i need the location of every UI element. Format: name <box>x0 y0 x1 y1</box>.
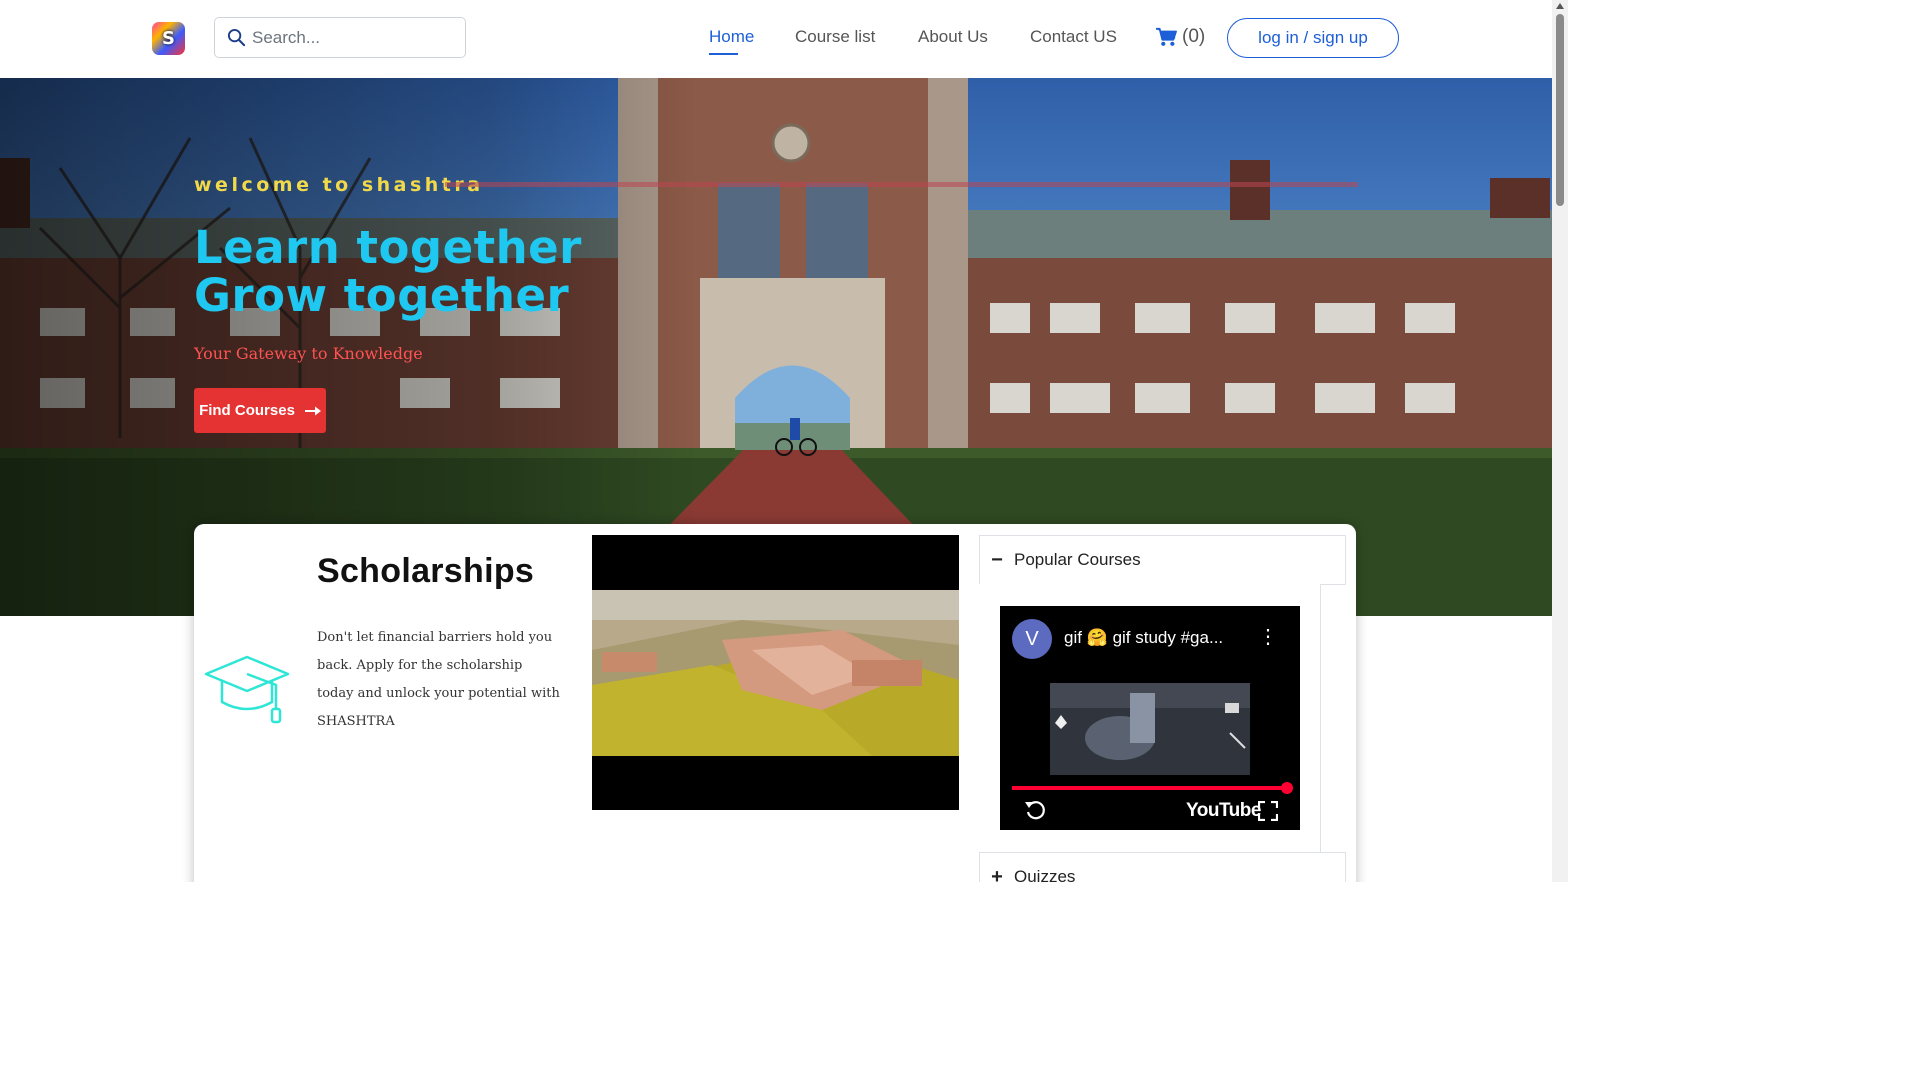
collapse-icon: − <box>991 548 1003 571</box>
cart-count: (0) <box>1182 26 1206 47</box>
nav-about-us[interactable]: About Us <box>918 27 988 47</box>
search-input[interactable] <box>252 27 452 48</box>
nav-course-list[interactable]: Course list <box>795 27 875 47</box>
cart-icon <box>1156 27 1177 46</box>
replay-icon[interactable] <box>1024 799 1046 821</box>
scrollbar-thumb[interactable] <box>1556 14 1564 206</box>
search-icon <box>227 28 246 47</box>
expand-icon: + <box>991 865 1003 883</box>
find-courses-button[interactable]: Find Courses <box>194 388 326 433</box>
nav-home[interactable]: Home <box>709 27 754 47</box>
popular-courses-panel: V gif 🤗 gif study #ga... ⋮ YouTube <box>979 584 1321 852</box>
welcome-text: welcome to shashtra <box>194 174 484 196</box>
nav-active-indicator <box>709 53 738 55</box>
accordion-header-popular-courses[interactable]: − Popular Courses <box>980 536 1345 584</box>
find-courses-label: Find Courses <box>199 402 295 419</box>
scholarships-description: Don't let financial barriers hold you ba… <box>317 630 560 729</box>
hero-headline: Learn together Grow together <box>194 224 582 320</box>
search-box <box>214 17 466 58</box>
login-signup-button[interactable]: log in / sign up <box>1227 18 1399 58</box>
content-card: Scholarships Don't let financial barrier… <box>194 524 1356 882</box>
navbar: S Home Course list About Us Contact US (… <box>0 0 1552 78</box>
arrow-right-icon <box>304 406 321 415</box>
youtube-embed[interactable]: V gif 🤗 gif study #ga... ⋮ YouTube <box>1000 606 1300 830</box>
accordion-label: Quizzes <box>1014 867 1076 882</box>
scroll-up-arrow-icon[interactable] <box>1556 3 1564 9</box>
page-scrollbar[interactable] <box>1552 0 1568 882</box>
accordion-label: Popular Courses <box>1014 550 1141 569</box>
scholarship-video[interactable] <box>592 535 959 810</box>
page: S Home Course list About Us Contact US (… <box>0 0 1568 882</box>
accordion-popular-courses[interactable]: − Popular Courses <box>979 535 1346 585</box>
video-title[interactable]: gif 🤗 gif study #ga... <box>1064 628 1223 648</box>
video-frame <box>592 590 959 756</box>
youtube-logo[interactable]: YouTube <box>1186 800 1261 822</box>
accordion-header-quizzes[interactable]: + Quizzes <box>980 853 1345 883</box>
more-vertical-icon[interactable]: ⋮ <box>1258 627 1278 647</box>
headline-line-2: Grow together <box>194 269 570 322</box>
welcome-divider <box>445 182 1358 187</box>
site-logo[interactable]: S <box>152 22 185 55</box>
video-progress-bar[interactable] <box>1012 786 1288 790</box>
cart-button[interactable]: (0) <box>1155 26 1205 48</box>
headline-line-1: Learn together <box>194 221 582 274</box>
thumbnail-art <box>1050 683 1250 775</box>
graduation-cap-icon <box>204 655 290 724</box>
nav-contact-us[interactable]: Contact US <box>1030 27 1117 47</box>
accordion-quizzes[interactable]: + Quizzes <box>979 852 1346 882</box>
logo-letter: S <box>162 28 175 49</box>
video-progress-handle[interactable] <box>1281 782 1293 794</box>
scholarships-title: Scholarships <box>317 552 535 590</box>
fullscreen-icon[interactable] <box>1258 801 1278 821</box>
video-thumbnail <box>1050 683 1250 775</box>
channel-avatar[interactable]: V <box>1012 619 1052 659</box>
hero-tagline: Your Gateway to Knowledge <box>194 344 423 363</box>
